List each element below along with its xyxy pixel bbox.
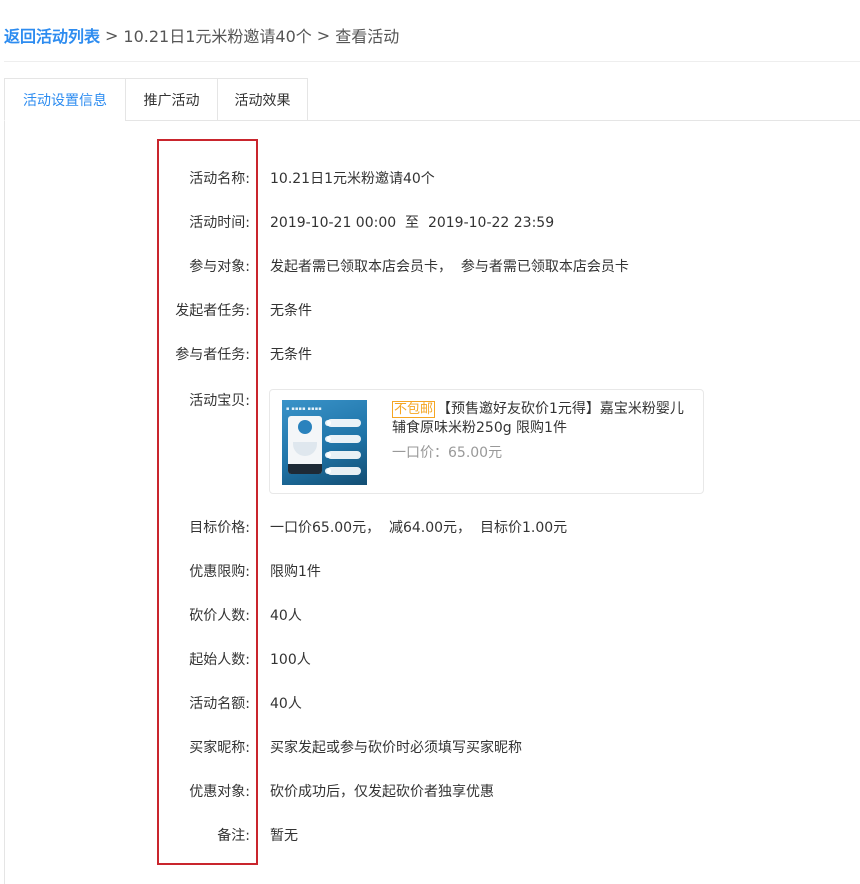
field-row-target-price: 目标价格: 一口价65.00元， 减64.00元， 目标价1.00元 [0, 517, 860, 537]
field-value: 砍价成功后，仅发起砍价者独享优惠 [270, 784, 494, 800]
field-row-name: 活动名称: 10.21日1元米粉邀请40个 [0, 168, 860, 188]
tab-bar-divider [307, 120, 860, 121]
feature-pill [327, 451, 361, 459]
field-label: 发起者任务: [175, 303, 250, 319]
field-label: 备注: [217, 828, 250, 844]
field-row-purchase-limit: 优惠限购: 限购1件 [0, 561, 860, 581]
field-label: 买家昵称: [189, 740, 250, 756]
field-label: 活动名额: [189, 696, 250, 712]
field-value: 无条件 [270, 303, 312, 319]
field-value: 2019-10-21 00:00 至 2019-10-22 23:59 [270, 215, 555, 231]
field-label: 活动名称: [189, 171, 250, 187]
product-price-value: 65.00元 [448, 445, 503, 461]
header-divider [4, 61, 860, 62]
field-row-quota: 活动名额: 40人 [0, 693, 860, 713]
field-row-bargain-count: 砍价人数: 40人 [0, 605, 860, 625]
breadcrumb-separator: > [105, 25, 119, 45]
field-label: 砍价人数: [189, 608, 250, 624]
field-value: 40人 [270, 696, 302, 712]
field-value: 一口价65.00元， 减64.00元， 目标价1.00元 [270, 520, 568, 536]
field-value: 10.21日1元米粉邀请40个 [270, 171, 435, 187]
field-row-time: 活动时间: 2019-10-21 00:00 至 2019-10-22 23:5… [0, 212, 860, 232]
field-row-remark: 备注: 暂无 [0, 825, 860, 845]
feature-pill [327, 435, 361, 443]
brand-logo-icon [298, 420, 312, 434]
field-value: 100人 [270, 652, 311, 668]
content-panel [4, 120, 860, 884]
field-label: 活动宝贝: [189, 393, 250, 409]
field-label: 优惠对象: [189, 784, 250, 800]
field-label: 参与对象: [189, 259, 250, 275]
product-price-label: 一口价： [392, 445, 448, 461]
feature-pill [327, 467, 361, 475]
breadcrumb-activity-name: 10.21日1元米粉邀请40个 [123, 27, 312, 46]
can-lid-graphic [288, 464, 322, 474]
breadcrumb-separator: > [316, 25, 331, 45]
product-title[interactable]: 不包邮 【预售邀好友砍价1元得】嘉宝米粉婴儿辅食原味米粉250g 限购1件 [392, 400, 692, 438]
product-card[interactable]: ▪ ▪▪▪▪ ▪▪▪▪ 不包邮 【预售邀好友砍价1元得】嘉宝米粉婴儿辅食原味米粉2… [269, 389, 704, 494]
field-label: 参与者任务: [175, 347, 250, 363]
product-image-brand-mark: ▪ ▪▪▪▪ ▪▪▪▪ [286, 406, 322, 412]
breadcrumb-current-page: 查看活动 [335, 27, 400, 46]
feature-pill [327, 419, 361, 427]
tab-promotion[interactable]: 推广活动 [125, 78, 217, 121]
field-row-audience: 参与对象: 发起者需已领取本店会员卡， 参与者需已领取本店会员卡 [0, 256, 860, 276]
product-image-icon[interactable]: ▪ ▪▪▪▪ ▪▪▪▪ [282, 400, 367, 485]
tab-activity-effect[interactable]: 活动效果 [217, 78, 308, 121]
field-value: 限购1件 [270, 564, 321, 580]
field-label: 优惠限购: [189, 564, 250, 580]
field-value: 发起者需已领取本店会员卡， 参与者需已领取本店会员卡 [270, 259, 629, 275]
product-can-graphic [288, 416, 322, 474]
field-row-discount-target: 优惠对象: 砍价成功后，仅发起砍价者独享优惠 [0, 781, 860, 801]
field-row-initiator-task: 发起者任务: 无条件 [0, 300, 860, 320]
field-value: 无条件 [270, 347, 312, 363]
tab-bar: 活动设置信息 推广活动 活动效果 [4, 78, 308, 121]
field-row-participant-task: 参与者任务: 无条件 [0, 344, 860, 364]
field-value: 买家发起或参与砍价时必须填写买家昵称 [270, 740, 522, 756]
product-price: 一口价：65.00元 [392, 442, 502, 462]
back-to-activity-list-link[interactable]: 返回活动列表 [4, 23, 100, 47]
field-label: 目标价格: [189, 520, 250, 536]
field-label: 起始人数: [189, 652, 250, 668]
tab-activity-settings[interactable]: 活动设置信息 [4, 78, 125, 121]
bowl-graphic [293, 442, 317, 456]
field-value: 40人 [270, 608, 302, 624]
product-title-text: 【预售邀好友砍价1元得】嘉宝米粉婴儿辅食原味米粉250g 限购1件 [392, 401, 684, 436]
field-row-nickname: 买家昵称: 买家发起或参与砍价时必须填写买家昵称 [0, 737, 860, 757]
field-value: 暂无 [270, 828, 298, 844]
shipping-tag: 不包邮 [392, 401, 436, 418]
breadcrumb: 返回活动列表 > 10.21日1元米粉邀请40个 > 查看活动 [4, 23, 400, 47]
field-label: 活动时间: [189, 215, 250, 231]
field-row-start-count: 起始人数: 100人 [0, 649, 860, 669]
